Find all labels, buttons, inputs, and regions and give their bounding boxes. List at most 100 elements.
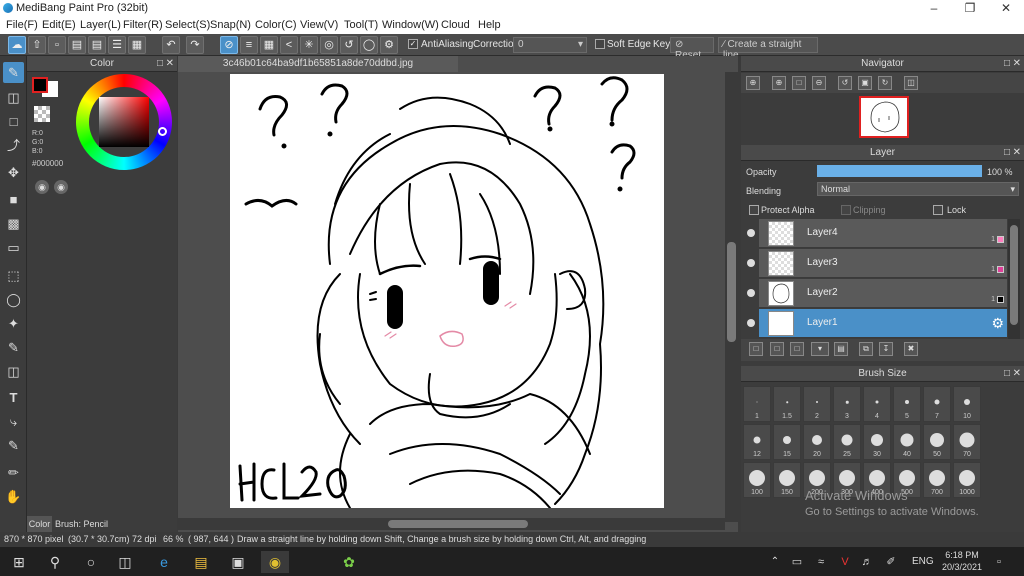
foreground-color-swatch[interactable] (32, 77, 48, 93)
delete-layer-icon[interactable]: ✖ (904, 342, 918, 356)
color-tab[interactable]: Color (27, 516, 52, 532)
menu-layer[interactable]: Layer(L) (80, 19, 121, 31)
protect-alpha-checkbox[interactable] (749, 205, 759, 215)
vpn-icon[interactable]: V (834, 551, 856, 573)
reset-view-icon[interactable]: ▣ (858, 76, 872, 90)
list-icon[interactable]: ☰ (108, 36, 126, 54)
horizontal-scroll-thumb[interactable] (388, 520, 528, 528)
magic-wand-tool-icon[interactable]: ✦ (3, 313, 24, 334)
brush-size-option[interactable]: 150 (773, 462, 801, 498)
menu-cloud[interactable]: Cloud (441, 19, 470, 31)
undock-icon[interactable]: □ (1004, 366, 1010, 382)
chat-icon[interactable]: ▤ (68, 36, 86, 54)
brush-size-option[interactable]: 70 (953, 424, 981, 460)
close-icon[interactable]: ✕ (1013, 56, 1021, 72)
menu-file[interactable]: File(F) (6, 19, 38, 31)
undock-icon[interactable]: □ (157, 56, 163, 72)
brush-size-option[interactable]: 7 (923, 386, 951, 422)
menu-edit[interactable]: Edit(E) (42, 19, 76, 31)
brush-tool-icon[interactable]: ✎ (3, 62, 24, 83)
brush-size-option[interactable]: 700 (923, 462, 951, 498)
new-layer-icon[interactable]: □ (749, 342, 763, 356)
opacity-slider[interactable] (817, 165, 982, 177)
drawing-canvas[interactable] (230, 74, 664, 509)
operation-tool-icon[interactable]: ⤷ (3, 411, 24, 432)
create-line-button[interactable]: ∕ Create a straight line (718, 37, 818, 61)
menu-tool[interactable]: Tool(T) (344, 19, 378, 31)
menu-help[interactable]: Help (478, 19, 501, 31)
brush-tab[interactable]: Brush: Pencil (54, 516, 109, 532)
brush-size-option[interactable]: 50 (923, 424, 951, 460)
show-hidden-icons-icon[interactable]: ⌃ (764, 551, 786, 573)
add-layer-menu-icon[interactable]: ▾ (811, 342, 829, 356)
bucket-tool-icon[interactable]: ▩ (3, 213, 24, 234)
snap-settings-icon[interactable]: ⚙ (380, 36, 398, 54)
grid-icon[interactable]: ▦ (128, 36, 146, 54)
volume-icon[interactable]: ♬ (856, 551, 878, 573)
snap-circle-icon[interactable]: ◎ (320, 36, 338, 54)
undock-icon[interactable]: □ (1004, 145, 1010, 161)
snap-ellipse-icon[interactable]: ◯ (360, 36, 378, 54)
notifications-icon[interactable]: ▫ (988, 551, 1010, 573)
brush-size-option[interactable]: 25 (833, 424, 861, 460)
select-pen-tool-icon[interactable]: ✎ (3, 337, 24, 358)
flip-icon[interactable]: ◫ (904, 76, 918, 90)
navigator-preview[interactable] (859, 96, 909, 138)
snap-cross-icon[interactable]: ▦ (260, 36, 278, 54)
redo-icon[interactable]: ↷ (186, 36, 204, 54)
zoom-in-icon[interactable]: ⊕ (746, 76, 760, 90)
pen-icon[interactable]: ✐ (880, 551, 902, 573)
eye-icon[interactable] (747, 289, 755, 297)
eraser-tool-icon[interactable]: ◫ (3, 87, 24, 108)
menu-snap[interactable]: Snap(N) (210, 19, 251, 31)
gradient-tool-icon[interactable]: ▭ (3, 237, 24, 258)
close-icon[interactable]: ✕ (166, 56, 174, 72)
reset-button[interactable]: ⊘ Reset (670, 37, 714, 61)
eye-icon[interactable] (747, 259, 755, 267)
select-eraser-tool-icon[interactable]: ◫ (3, 361, 24, 382)
brush-size-option[interactable]: 5 (893, 386, 921, 422)
menu-view[interactable]: View(V) (300, 19, 338, 31)
eyedropper-tool-icon[interactable]: ✏ (3, 462, 24, 483)
clock-date[interactable]: 20/3/2021 (941, 562, 983, 572)
undo-icon[interactable]: ↶ (162, 36, 180, 54)
menu-filter[interactable]: Filter(R) (123, 19, 163, 31)
lock-checkbox[interactable] (933, 205, 943, 215)
lasso-tool-icon[interactable]: ◯ (3, 289, 24, 310)
layer-row-selected[interactable]: Layer1 ⚙ (747, 309, 1007, 338)
rotate-left-icon[interactable]: ↺ (838, 76, 852, 90)
eye-icon[interactable] (747, 319, 755, 327)
blending-select[interactable]: Normal ▾ (817, 182, 1019, 196)
brush-size-option[interactable]: 1 (743, 386, 771, 422)
document-tab[interactable]: 3c46b01c64ba9df1b65851a8de70ddbd.jpg (178, 56, 458, 72)
vertical-scrollbar[interactable] (725, 72, 738, 522)
palette-icon[interactable]: ◉ (35, 180, 49, 194)
brush-size-option[interactable]: 3 (833, 386, 861, 422)
brush-size-option[interactable]: 15 (773, 424, 801, 460)
edge-icon[interactable]: e (153, 551, 175, 573)
wifi-icon[interactable]: ≈ (810, 551, 832, 573)
snap-off-icon[interactable]: ⊘ (220, 36, 238, 54)
brush-size-option[interactable]: 12 (743, 424, 771, 460)
hue-wheel[interactable] (76, 74, 172, 170)
saturation-value-square[interactable] (99, 97, 149, 147)
cloud-icon[interactable]: ☁ (8, 36, 26, 54)
task-view-icon[interactable]: ◫ (114, 551, 136, 573)
clock-time[interactable]: 6:18 PM (944, 550, 980, 560)
cortana-icon[interactable]: ○ (80, 551, 102, 573)
minimize-button[interactable]: – (916, 0, 952, 17)
brush-size-option[interactable]: 100 (743, 462, 771, 498)
menu-window[interactable]: Window(W) (382, 19, 439, 31)
snap-vanish-icon[interactable]: < (280, 36, 298, 54)
eye-icon[interactable] (747, 229, 755, 237)
fit-icon[interactable]: □ (792, 76, 806, 90)
layer-row[interactable]: Layer2 1 (747, 279, 1007, 308)
brush-size-option[interactable]: 2 (803, 386, 831, 422)
dot-tool-icon[interactable]: □ (3, 111, 24, 132)
merge-down-icon[interactable]: ↧ (879, 342, 893, 356)
share-icon[interactable]: ⇧ (28, 36, 46, 54)
store-icon[interactable]: ▣ (227, 551, 249, 573)
folder-icon[interactable]: ▤ (834, 342, 848, 356)
select-tool-icon[interactable]: ⬚ (3, 265, 24, 286)
maximize-button[interactable]: ❐ (952, 0, 988, 17)
